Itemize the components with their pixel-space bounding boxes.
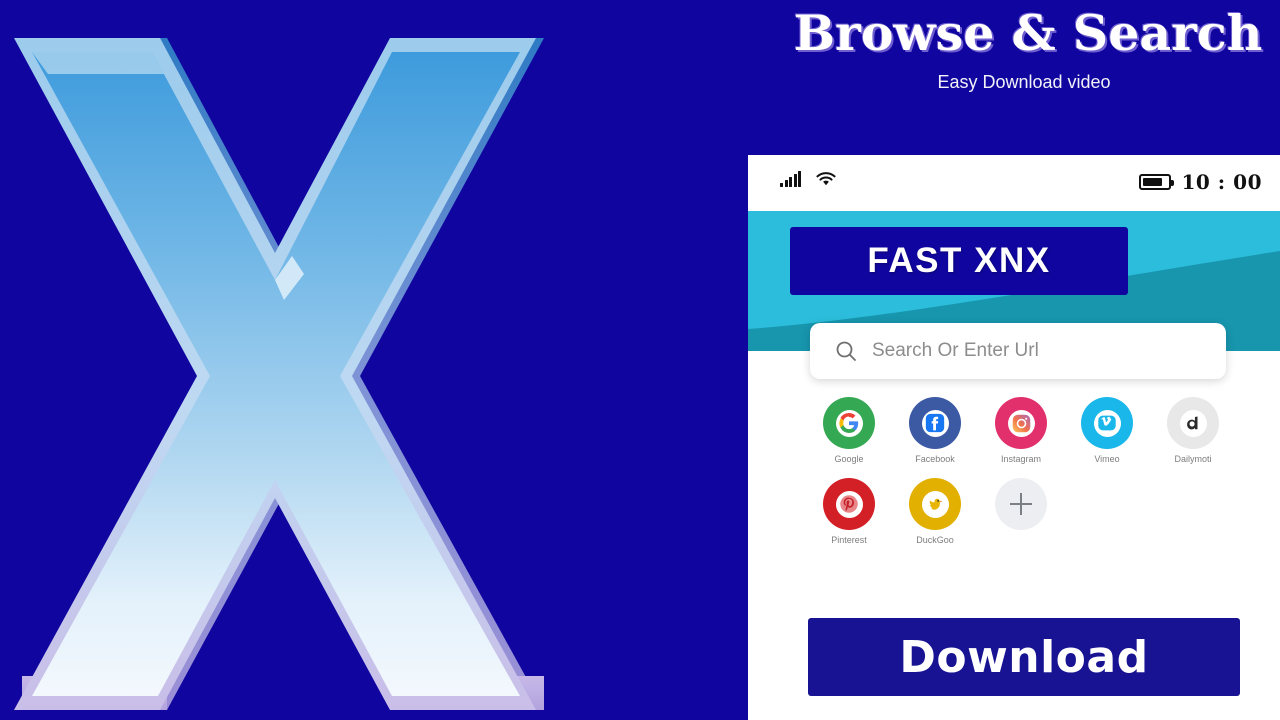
logo-panel: [0, 0, 748, 720]
dailymotion-icon: [1167, 397, 1219, 449]
shortcut-instagram[interactable]: Instagram: [978, 397, 1064, 464]
search-icon: [834, 339, 858, 363]
shortcut-pinterest[interactable]: Pinterest: [806, 478, 892, 545]
shortcut-label: Pinterest: [831, 535, 867, 545]
shortcut-duckduckgo[interactable]: DuckGoo: [892, 478, 978, 545]
battery-icon: [1138, 174, 1174, 190]
app-screenshot: Browse & Search Easy Download video 10:…: [0, 0, 1280, 720]
facebook-icon: [909, 397, 961, 449]
vimeo-icon: [1081, 397, 1133, 449]
shortcut-label: Instagram: [1000, 454, 1042, 464]
google-icon: [823, 397, 875, 449]
shortcut-label: Google: [834, 454, 864, 464]
promo-panel: Browse & Search Easy Download video 10:…: [748, 0, 1280, 720]
shortcut-dailymotion[interactable]: Dailymoti: [1150, 397, 1236, 464]
plus-icon: [995, 478, 1047, 530]
phone-mockup: 10 : 00 FAST XNX Search Or Enter Url Goo…: [748, 155, 1280, 720]
signal-bars-icon: [780, 170, 801, 187]
add-shortcut-button[interactable]: [978, 478, 1064, 545]
download-button-label: Download: [899, 631, 1149, 683]
search-input[interactable]: Search Or Enter Url: [810, 323, 1226, 379]
duckduckgo-icon: [909, 478, 961, 530]
app-name-label: FAST XNX: [867, 241, 1051, 280]
app-logo-x: [14, 38, 544, 710]
shortcut-label: Vimeo: [1094, 454, 1120, 464]
app-name-banner: FAST XNX: [790, 227, 1128, 295]
wifi-icon: [816, 172, 836, 186]
instagram-icon: [995, 397, 1047, 449]
shortcut-label: DuckGoo: [916, 535, 954, 545]
search-placeholder: Search Or Enter Url: [872, 340, 1039, 361]
pinterest-icon: [823, 478, 875, 530]
status-bar-time: 10 : 00: [1181, 170, 1262, 194]
page-title: Browse & Search: [793, 4, 1263, 62]
phone-status-bar: 10 : 00: [748, 155, 1280, 211]
shortcut-facebook[interactable]: Facebook: [892, 397, 978, 464]
download-button[interactable]: Download: [808, 618, 1240, 696]
shortcut-vimeo[interactable]: Vimeo: [1064, 397, 1150, 464]
page-subtitle: Easy Download video: [937, 72, 1111, 92]
shortcut-label: Dailymoti: [1174, 454, 1212, 464]
shortcut-grid: Google Facebook Instagram Vimeo Dailymot…: [806, 397, 1236, 559]
shortcut-google[interactable]: Google: [806, 397, 892, 464]
shortcut-label: Facebook: [915, 454, 955, 464]
